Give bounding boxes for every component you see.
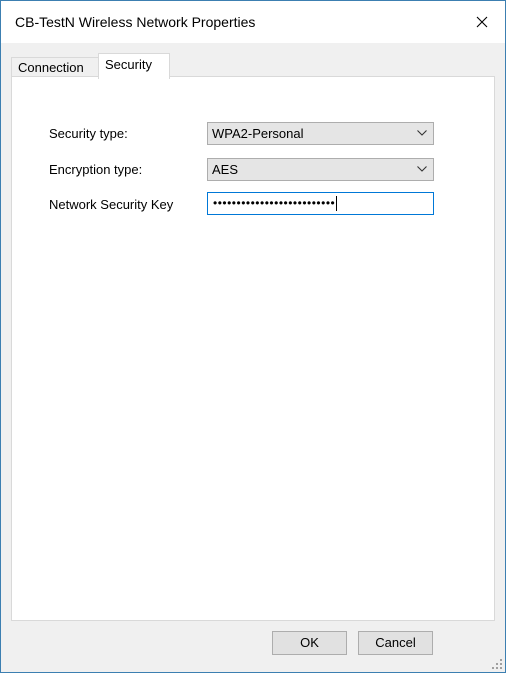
network-security-key-input[interactable]: •••••••••••••••••••••••••• [207, 192, 434, 215]
ok-button[interactable]: OK [272, 631, 347, 655]
security-type-label: Security type: [49, 126, 128, 141]
encryption-type-label: Encryption type: [49, 162, 143, 177]
close-icon [476, 16, 488, 28]
tab-security[interactable]: Security [98, 53, 170, 79]
encryption-type-dropdown[interactable]: AES [207, 158, 434, 181]
security-type-dropdown[interactable]: WPA2-Personal [207, 122, 434, 145]
window-title: CB-TestN Wireless Network Properties [15, 14, 256, 30]
dialog-window: CB-TestN Wireless Network Properties Con… [0, 0, 506, 673]
security-tab-panel: Security type: WPA2-Personal Encryption … [11, 76, 495, 621]
resize-grip-icon[interactable] [492, 659, 502, 669]
close-button[interactable] [459, 1, 505, 43]
cancel-button[interactable]: Cancel [358, 631, 433, 655]
tab-connection[interactable]: Connection [11, 57, 99, 77]
network-security-key-label: Network Security Key [49, 197, 174, 212]
text-caret [336, 196, 338, 212]
chevron-down-icon [417, 166, 427, 172]
chevron-down-icon [417, 130, 427, 136]
title-bar[interactable]: CB-TestN Wireless Network Properties [1, 1, 505, 43]
security-type-value: WPA2-Personal [212, 126, 304, 141]
encryption-type-value: AES [212, 162, 239, 177]
network-security-key-value: •••••••••••••••••••••••••• [213, 196, 336, 210]
